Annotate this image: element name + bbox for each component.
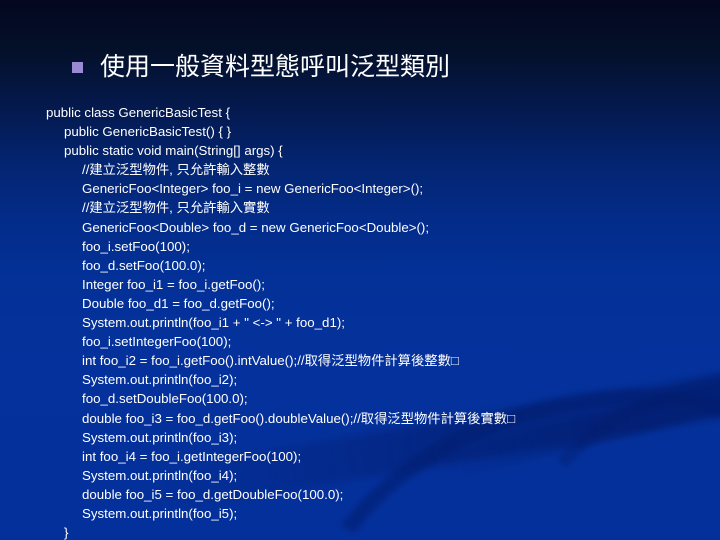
code-line: int foo_i2 = foo_i.getFoo().intValue();/… (82, 353, 459, 369)
slide-title-text: 使用一般資料型態呼叫泛型類別 (100, 53, 451, 81)
code-line: foo_i.setIntegerFoo(100); (82, 334, 232, 350)
code-line: System.out.println(foo_i1 + " <-> " + fo… (82, 315, 345, 331)
code-line: Double foo_d1 = foo_d.getFoo(); (82, 295, 275, 311)
code-line: Integer foo_i1 = foo_i.getFoo(); (82, 276, 265, 292)
code-line: foo_d.setFoo(100.0); (82, 257, 206, 273)
square-bullet-icon (72, 61, 83, 73)
code-line: double foo_i5 = foo_d.getDoubleFoo(100.0… (82, 486, 344, 502)
code-line: System.out.println(foo_i2); (82, 372, 238, 388)
code-line: GenericFoo<Double> foo_d = new GenericFo… (82, 219, 430, 235)
code-line: GenericFoo<Integer> foo_i = new GenericF… (82, 181, 424, 197)
code-line: //建立泛型物件, 只允許輸入整數 (82, 162, 270, 178)
code-line: foo_d.setDoubleFoo(100.0); (82, 391, 248, 407)
presentation-slide: 使用一般資料型態呼叫泛型類別 public class GenericBasic… (0, 0, 720, 540)
code-line: System.out.println(foo_i4); (82, 467, 238, 483)
code-block: public class GenericBasicTest { public Ge… (46, 103, 716, 540)
code-line: System.out.println(foo_i3); (82, 429, 238, 445)
code-line: } (64, 525, 69, 540)
code-line: public class GenericBasicTest { (46, 105, 231, 120)
slide-title: 使用一般資料型態呼叫泛型類別 (72, 52, 450, 82)
code-line: foo_i.setFoo(100); (82, 238, 190, 254)
code-line: public static void main(String[] args) { (64, 143, 283, 159)
code-line: System.out.println(foo_i5); (82, 505, 238, 521)
code-line: double foo_i3 = foo_d.getFoo().doubleVal… (82, 410, 516, 426)
code-line: public GenericBasicTest() { } (64, 124, 232, 140)
code-line: //建立泛型物件, 只允許輸入實數 (82, 200, 270, 216)
code-line: int foo_i4 = foo_i.getIntegerFoo(100); (82, 448, 302, 464)
